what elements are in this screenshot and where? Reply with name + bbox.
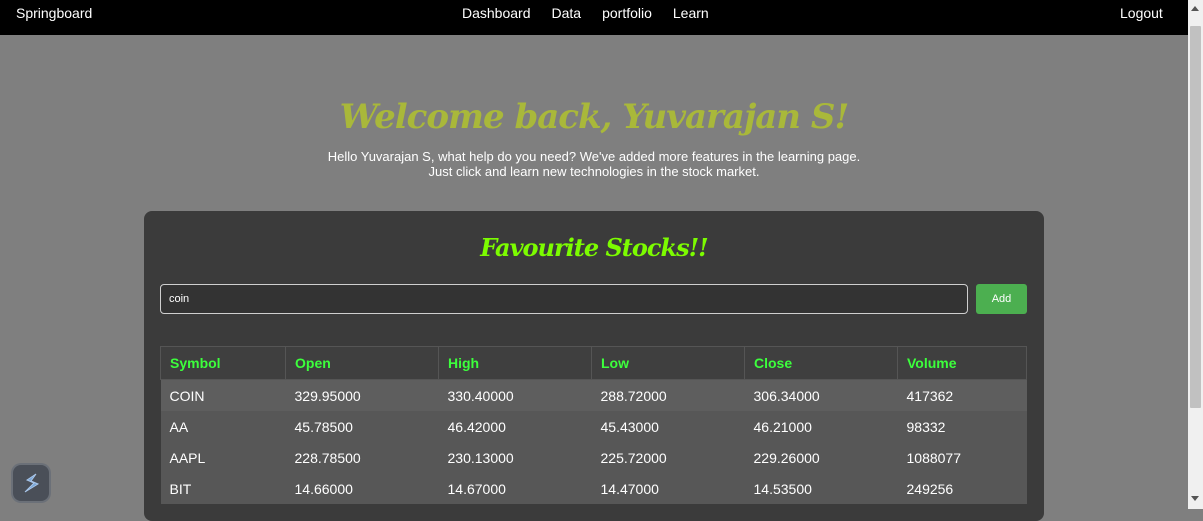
scroll-down-icon[interactable] <box>1191 496 1199 501</box>
cell-volume: 417362 <box>897 379 1027 411</box>
col-open: Open <box>285 346 439 380</box>
cell-symbol: BIT <box>160 473 286 504</box>
col-low: Low <box>591 346 745 380</box>
cell-low: 225.72000 <box>591 442 745 473</box>
scroll-up-icon[interactable] <box>1191 6 1199 11</box>
cell-volume: 1088077 <box>897 442 1027 473</box>
table-row[interactable]: AAPL 228.78500 230.13000 225.72000 229.2… <box>160 442 1027 473</box>
favourite-stocks-card: Favourite Stocks!! Add Symbol Open High … <box>144 211 1044 521</box>
springboard-widget-icon[interactable] <box>13 465 49 501</box>
table-header-row: Symbol Open High Low Close Volume <box>160 346 1027 380</box>
stocks-table: Symbol Open High Low Close Volume COIN 3… <box>160 346 1027 504</box>
nav-learn[interactable]: Learn <box>673 5 709 21</box>
brand-logo[interactable]: Springboard <box>16 5 92 21</box>
main-nav: Dashboard Data portfolio Learn <box>462 5 730 21</box>
favourite-stocks-title: Favourite Stocks!! <box>480 233 708 262</box>
cell-symbol: AAPL <box>160 442 286 473</box>
cell-open: 45.78500 <box>285 411 439 442</box>
welcome-heading: Welcome back, Yuvarajan S! <box>339 97 850 137</box>
cell-low: 288.72000 <box>591 379 745 411</box>
cell-low: 14.47000 <box>591 473 745 504</box>
cell-low: 45.43000 <box>591 411 745 442</box>
scroll-thumb[interactable] <box>1190 26 1201 408</box>
top-navbar: Springboard Dashboard Data portfolio Learn … <box>0 0 1188 35</box>
nav-data[interactable]: Data <box>552 5 582 21</box>
col-symbol: Symbol <box>160 346 286 380</box>
welcome-message: Hello Yuvarajan S, what help do you need… <box>0 149 1188 179</box>
col-close: Close <box>744 346 898 380</box>
cell-high: 330.40000 <box>438 379 592 411</box>
cell-volume: 249256 <box>897 473 1027 504</box>
table-row[interactable]: AA 45.78500 46.42000 45.43000 46.21000 9… <box>160 411 1027 442</box>
add-stock-button[interactable]: Add <box>976 284 1027 314</box>
nav-portfolio[interactable]: portfolio <box>602 5 652 21</box>
welcome-line-2: Just click and learn new technologies in… <box>428 164 760 179</box>
cell-high: 14.67000 <box>438 473 592 504</box>
stock-search-input[interactable] <box>160 284 968 314</box>
col-volume: Volume <box>897 346 1027 380</box>
col-high: High <box>438 346 592 380</box>
cell-open: 14.66000 <box>285 473 439 504</box>
cell-high: 46.42000 <box>438 411 592 442</box>
table-row[interactable]: BIT 14.66000 14.67000 14.47000 14.53500 … <box>160 473 1027 504</box>
table-row[interactable]: COIN 329.95000 330.40000 288.72000 306.3… <box>160 379 1027 411</box>
cell-close: 14.53500 <box>744 473 898 504</box>
cell-close: 229.26000 <box>744 442 898 473</box>
cell-open: 329.95000 <box>285 379 439 411</box>
welcome-line-1: Hello Yuvarajan S, what help do you need… <box>327 149 861 164</box>
logout-link[interactable]: Logout <box>1120 5 1163 21</box>
cell-close: 306.34000 <box>744 379 898 411</box>
lightning-s-icon <box>24 473 40 493</box>
cell-volume: 98332 <box>897 411 1027 442</box>
cell-high: 230.13000 <box>438 442 592 473</box>
cell-open: 228.78500 <box>285 442 439 473</box>
page-scrollbar[interactable] <box>1188 0 1203 509</box>
cell-symbol: COIN <box>160 379 286 411</box>
cell-close: 46.21000 <box>744 411 898 442</box>
nav-dashboard[interactable]: Dashboard <box>462 5 531 21</box>
cell-symbol: AA <box>160 411 286 442</box>
